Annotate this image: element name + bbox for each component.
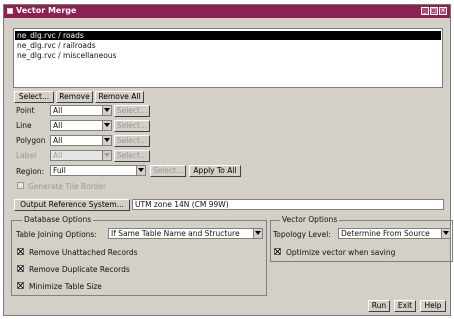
vector-options-title: Vector Options bbox=[280, 215, 340, 224]
line-select[interactable]: All bbox=[50, 120, 112, 131]
polygon-select-value: All bbox=[53, 136, 63, 145]
label-select-value: All bbox=[53, 151, 63, 160]
region-select-button[interactable]: Select... bbox=[150, 165, 186, 177]
output-reference-field: UTM zone 14N (CM 99W) bbox=[132, 199, 444, 210]
point-select-button[interactable]: Select... bbox=[114, 105, 150, 117]
region-label: Region: bbox=[16, 167, 45, 176]
optimize-vector-label: Optimize vector when saving bbox=[286, 248, 396, 257]
list-item[interactable]: ne_dlg.rvc / roads bbox=[15, 31, 441, 40]
chevron-down-icon bbox=[441, 229, 450, 238]
point-label: Point bbox=[16, 106, 35, 115]
exit-button[interactable]: Exit bbox=[394, 300, 416, 312]
chevron-down-icon bbox=[102, 151, 111, 160]
region-select-value: Full bbox=[53, 166, 66, 175]
help-button[interactable]: Help bbox=[420, 300, 446, 312]
generate-tile-border-checkbox[interactable] bbox=[17, 182, 24, 189]
chevron-down-icon bbox=[136, 166, 145, 175]
optimize-vector-checkbox[interactable] bbox=[274, 248, 281, 255]
region-select[interactable]: Full bbox=[50, 165, 146, 176]
minimize-button[interactable]: _ bbox=[421, 7, 429, 15]
chevron-down-icon bbox=[253, 229, 262, 238]
remove-all-button[interactable]: Remove All bbox=[95, 91, 144, 103]
remove-button[interactable]: Remove bbox=[56, 91, 93, 103]
point-select-value: All bbox=[53, 106, 63, 115]
minimize-table-size-checkbox[interactable] bbox=[17, 282, 24, 289]
topology-level-select[interactable]: Determine From Source bbox=[338, 228, 451, 239]
label-element-label: Label bbox=[16, 151, 37, 160]
close-button[interactable]: × bbox=[439, 7, 447, 15]
apply-to-all-button[interactable]: Apply To All bbox=[189, 165, 241, 177]
maximize-button[interactable]: □ bbox=[430, 7, 438, 15]
point-select[interactable]: All bbox=[50, 105, 112, 116]
chevron-down-icon bbox=[102, 136, 111, 145]
title-bar: Vector Merge _ □ × bbox=[4, 5, 450, 18]
topology-level-label: Topology Level: bbox=[273, 230, 331, 239]
label-select-button[interactable]: Select... bbox=[114, 150, 150, 162]
layer-list[interactable]: ne_dlg.rvc / roads ne_dlg.rvc / railroad… bbox=[13, 28, 443, 88]
polygon-select-button[interactable]: Select... bbox=[114, 135, 150, 147]
list-item[interactable]: ne_dlg.rvc / miscellaneous bbox=[15, 51, 441, 60]
remove-unattached-label: Remove Unattached Records bbox=[29, 248, 138, 257]
chevron-down-icon bbox=[102, 121, 111, 130]
minimize-table-size-label: Minimize Table Size bbox=[29, 282, 102, 291]
line-label: Line bbox=[16, 121, 32, 130]
window-menu-icon[interactable] bbox=[7, 8, 13, 14]
line-select-value: All bbox=[53, 121, 63, 130]
remove-duplicate-checkbox[interactable] bbox=[17, 265, 24, 272]
output-reference-system-button[interactable]: Output Reference System... bbox=[14, 199, 130, 211]
select-layers-button[interactable]: Select... bbox=[14, 91, 54, 103]
chevron-down-icon bbox=[102, 106, 111, 115]
table-joining-label: Table Joining Options: bbox=[16, 230, 97, 239]
polygon-select[interactable]: All bbox=[50, 135, 112, 146]
label-select[interactable]: All bbox=[50, 150, 112, 161]
remove-duplicate-label: Remove Duplicate Records bbox=[29, 265, 130, 274]
run-button[interactable]: Run bbox=[368, 300, 390, 312]
list-item[interactable]: ne_dlg.rvc / railroads bbox=[15, 41, 441, 50]
window-title: Vector Merge bbox=[16, 6, 77, 15]
table-joining-value: If Same Table Name and Structure bbox=[111, 229, 240, 238]
polygon-label: Polygon bbox=[16, 136, 46, 145]
remove-unattached-checkbox[interactable] bbox=[17, 248, 24, 255]
database-options-title: Database Options bbox=[22, 215, 94, 224]
topology-level-value: Determine From Source bbox=[341, 229, 430, 238]
generate-tile-border-label: Generate Tile Border bbox=[28, 182, 107, 191]
table-joining-select[interactable]: If Same Table Name and Structure bbox=[108, 228, 263, 239]
line-select-button[interactable]: Select... bbox=[114, 120, 150, 132]
